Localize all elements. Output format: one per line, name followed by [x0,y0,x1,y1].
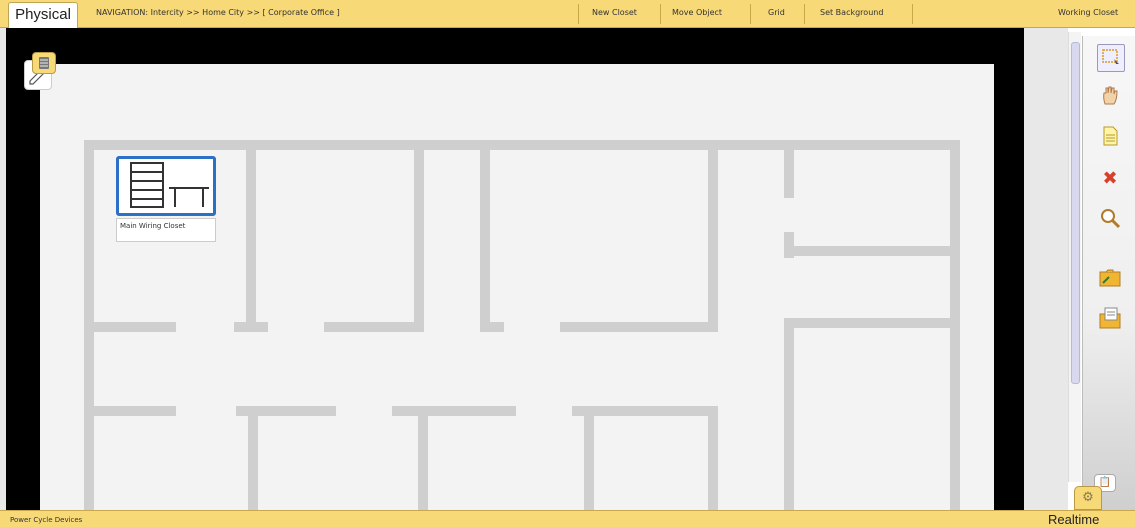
grid-button[interactable]: Grid [768,8,785,17]
wall [784,140,794,198]
closet-device-icon[interactable] [116,156,216,216]
folder-note-icon[interactable] [1097,306,1123,332]
wall [84,406,176,416]
folder-export-icon[interactable] [1097,266,1123,292]
top-toolbar: Physical NAVIGATION: Intercity >> Home C… [0,0,1135,28]
working-closet-label: Working Closet [1058,8,1119,17]
tool-strip: ✖ [1082,36,1135,510]
move-object-button[interactable]: Move Object [672,8,722,17]
mini-toolbox[interactable] [20,52,58,92]
toolbar-divider [660,4,661,24]
set-background-button[interactable]: Set Background [820,8,883,17]
wall [708,406,718,510]
wall [418,406,428,510]
new-closet-button[interactable]: New Closet [592,8,637,17]
power-cycle-devices-link[interactable]: Power Cycle Devices [10,516,82,524]
closet-device-label: Main Wiring Closet [116,218,216,242]
wall [234,322,268,332]
toolbar-divider [578,4,579,24]
scrollbar-thumb[interactable] [1071,42,1080,384]
wall [246,140,256,330]
delete-icon[interactable]: ✖ [1097,166,1123,192]
wall [784,246,954,256]
toolbar-divider [912,4,913,24]
list-icon[interactable] [32,52,56,74]
wall [784,318,794,510]
zoom-icon[interactable] [1097,206,1123,232]
floorplan [40,64,994,510]
wall [414,140,424,330]
wall [480,140,490,330]
bottom-bar: Power Cycle Devices [0,510,1135,527]
tab-physical[interactable]: Physical [8,2,78,28]
navigation-breadcrumb[interactable]: NAVIGATION: Intercity >> Home City >> [ … [96,8,340,17]
realtime-gear-icon[interactable]: ⚙ [1074,486,1102,510]
wall [84,140,960,150]
wall [392,406,516,416]
wall [248,406,258,510]
closet-device[interactable]: Main Wiring Closet [116,156,218,244]
wall [784,318,954,328]
tab-realtime[interactable]: Realtime [1048,512,1099,527]
hand-icon[interactable] [1097,84,1123,110]
note-icon[interactable] [1097,124,1123,150]
toolbar-divider [750,4,751,24]
wall [324,322,424,332]
toolbar-divider [804,4,805,24]
wall [560,322,718,332]
select-icon[interactable] [1097,44,1125,72]
wall [84,322,176,332]
wall [584,406,594,510]
floorplan-workspace[interactable]: Main Wiring Closet [6,28,1024,510]
wall [708,140,718,330]
wall [480,322,504,332]
vertical-scrollbar[interactable] [1068,32,1081,482]
